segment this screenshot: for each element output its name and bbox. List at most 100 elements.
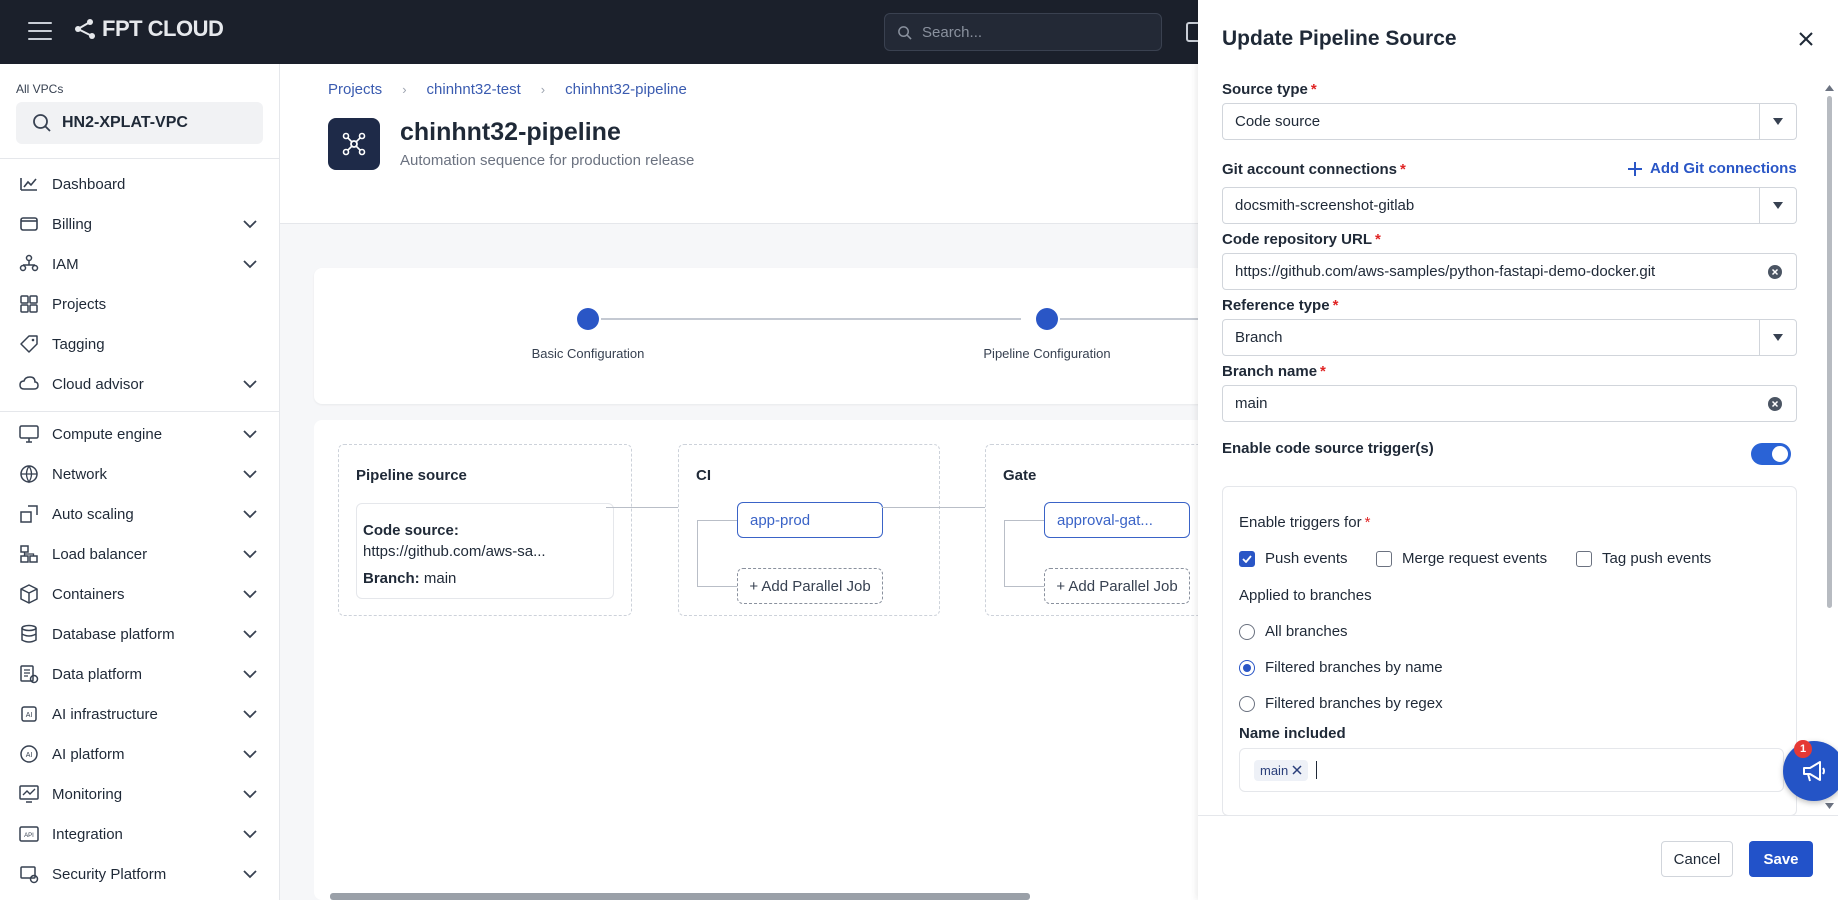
sidebar-item-data-platform[interactable]: Data platform xyxy=(0,654,279,694)
close-icon[interactable] xyxy=(1798,31,1814,47)
add-git-label: Add Git connections xyxy=(1650,160,1797,177)
sidebar-item-projects[interactable]: Projects xyxy=(0,284,279,324)
sidebar-item-iam[interactable]: IAM xyxy=(0,244,279,284)
menu-icon[interactable] xyxy=(28,22,52,40)
source-summary[interactable]: Code source: https://github.com/aws-sa..… xyxy=(356,503,614,599)
sidebar-item-network[interactable]: Network xyxy=(0,454,279,494)
all-branches-radio[interactable]: All branches xyxy=(1239,623,1348,640)
chevron-down-icon[interactable] xyxy=(243,426,257,443)
chevron-down-icon[interactable] xyxy=(243,666,257,683)
chevron-right-icon: › xyxy=(402,82,407,97)
branch-name-label: Branch name * xyxy=(1222,363,1326,380)
clear-icon[interactable] xyxy=(1768,397,1782,411)
remove-tag-icon[interactable] xyxy=(1292,765,1302,775)
sidebar-item-containers[interactable]: Containers xyxy=(0,574,279,614)
filtered-by-name-radio[interactable]: Filtered branches by name xyxy=(1239,659,1443,676)
merge-request-events-checkbox[interactable]: Merge request events xyxy=(1376,550,1547,567)
text-cursor xyxy=(1316,761,1318,779)
dashboard-icon xyxy=(18,174,40,194)
add-parallel-job-button[interactable]: + Add Parallel Job xyxy=(1044,568,1190,604)
chevron-down-icon[interactable] xyxy=(243,826,257,843)
megaphone-icon xyxy=(1803,761,1825,782)
cloud-icon xyxy=(18,374,40,394)
sidebar-item-ai-platform[interactable]: AI AI platform xyxy=(0,734,279,774)
stage-title: CI xyxy=(696,467,711,484)
sidebar-item-ai-infrastructure[interactable]: AI AI infrastructure xyxy=(0,694,279,734)
sidebar-item-cloud-advisor[interactable]: Cloud advisor xyxy=(0,364,279,404)
sidebar-item-dashboard[interactable]: Dashboard xyxy=(0,164,279,204)
scroll-up-icon[interactable] xyxy=(1825,84,1834,92)
vpc-label: All VPCs xyxy=(16,82,64,96)
add-git-connections-button[interactable]: Add Git connections xyxy=(1628,160,1797,177)
logo-mark-icon xyxy=(75,19,95,39)
chevron-right-icon: › xyxy=(540,82,546,97)
chevron-down-icon[interactable] xyxy=(243,506,257,523)
reference-type-select[interactable]: Branch xyxy=(1222,319,1797,356)
branch-value: main xyxy=(423,570,457,587)
reference-type-value: Branch xyxy=(1235,329,1283,346)
ai-chip-icon: AI xyxy=(18,704,40,724)
breadcrumb-project[interactable]: chinhnt32-test xyxy=(427,81,521,98)
chevron-down-icon[interactable] xyxy=(243,626,257,643)
git-connections-select[interactable]: docsmith-screenshot-gitlab xyxy=(1222,187,1797,224)
sidebar-item-database-platform[interactable]: Database platform xyxy=(0,614,279,654)
chevron-down-icon[interactable] xyxy=(243,546,257,563)
logo[interactable]: FPT CLOUD xyxy=(72,16,224,42)
clear-icon[interactable] xyxy=(1768,265,1782,279)
notification-badge: 1 xyxy=(1794,740,1812,758)
chevron-down-icon[interactable] xyxy=(243,706,257,723)
breadcrumb-projects[interactable]: Projects xyxy=(328,81,382,98)
tag-push-events-checkbox[interactable]: Tag push events xyxy=(1576,550,1711,567)
sidebar-item-auto-scaling[interactable]: Auto scaling xyxy=(0,494,279,534)
vpc-selector[interactable]: HN2-XPLAT-VPC xyxy=(16,102,263,144)
job-app-prod[interactable]: app-prod xyxy=(737,502,883,538)
search-icon xyxy=(33,114,51,132)
job-approval-gate[interactable]: approval-gat... xyxy=(1044,502,1190,538)
horizontal-scrollbar[interactable] xyxy=(330,893,1030,900)
global-search-input[interactable]: Search... xyxy=(884,13,1162,51)
chevron-down-icon[interactable] xyxy=(243,746,257,763)
push-events-checkbox[interactable]: Push events xyxy=(1239,550,1348,567)
sidebar-item-security-platform[interactable]: Security Platform xyxy=(0,854,279,894)
sidebar-item-monitoring[interactable]: Monitoring xyxy=(0,774,279,814)
step-dot-basic[interactable] xyxy=(577,308,599,330)
scroll-down-icon[interactable] xyxy=(1825,802,1834,810)
connector-line xyxy=(882,507,992,508)
chevron-down-icon[interactable] xyxy=(243,216,257,233)
stage-ci[interactable]: CI app-prod + Add Parallel Job xyxy=(678,444,940,616)
git-connections-label: Git account connections * xyxy=(1222,161,1406,178)
stage-pipeline-source[interactable]: Pipeline source Code source: https://git… xyxy=(338,444,632,616)
filtered-by-regex-radio[interactable]: Filtered branches by regex xyxy=(1239,695,1443,712)
scaling-icon xyxy=(18,504,40,524)
chevron-down-icon[interactable] xyxy=(243,376,257,393)
pipeline-icon xyxy=(328,118,380,170)
breadcrumb-pipeline[interactable]: chinhnt32-pipeline xyxy=(565,81,687,98)
repo-url-input[interactable]: https://github.com/aws-samples/python-fa… xyxy=(1222,253,1797,290)
add-parallel-job-button[interactable]: + Add Parallel Job xyxy=(737,568,883,604)
checkbox-icon xyxy=(1576,550,1592,567)
cancel-button[interactable]: Cancel xyxy=(1661,841,1733,877)
tag-chip: main xyxy=(1254,759,1309,781)
save-button[interactable]: Save xyxy=(1749,841,1813,877)
source-type-select[interactable]: Code source xyxy=(1222,103,1797,140)
name-included-input[interactable]: main xyxy=(1239,748,1784,792)
chevron-down-icon[interactable] xyxy=(243,786,257,803)
chevron-down-icon[interactable] xyxy=(243,866,257,883)
chevron-down-icon[interactable] xyxy=(243,466,257,483)
step-dot-pipeline[interactable] xyxy=(1036,308,1058,330)
branch-label: Branch: xyxy=(363,570,420,587)
drawer-footer: Cancel Save xyxy=(1198,815,1838,900)
sidebar-item-billing[interactable]: Billing xyxy=(0,204,279,244)
branch-name-input[interactable]: main xyxy=(1222,385,1797,422)
sidebar-item-load-balancer[interactable]: Load balancer xyxy=(0,534,279,574)
chevron-down-icon[interactable] xyxy=(243,256,257,273)
stage-title: Pipeline source xyxy=(356,467,467,484)
source-type-label: Source type * xyxy=(1222,81,1317,98)
data-icon xyxy=(18,664,40,684)
sidebar-item-compute-engine[interactable]: Compute engine xyxy=(0,414,279,454)
chevron-down-icon[interactable] xyxy=(243,586,257,603)
enable-trigger-toggle[interactable] xyxy=(1751,443,1791,465)
sidebar-item-tagging[interactable]: Tagging xyxy=(0,324,279,364)
drawer-scroll-thumb[interactable] xyxy=(1827,96,1832,608)
sidebar-item-integration[interactable]: API Integration xyxy=(0,814,279,854)
